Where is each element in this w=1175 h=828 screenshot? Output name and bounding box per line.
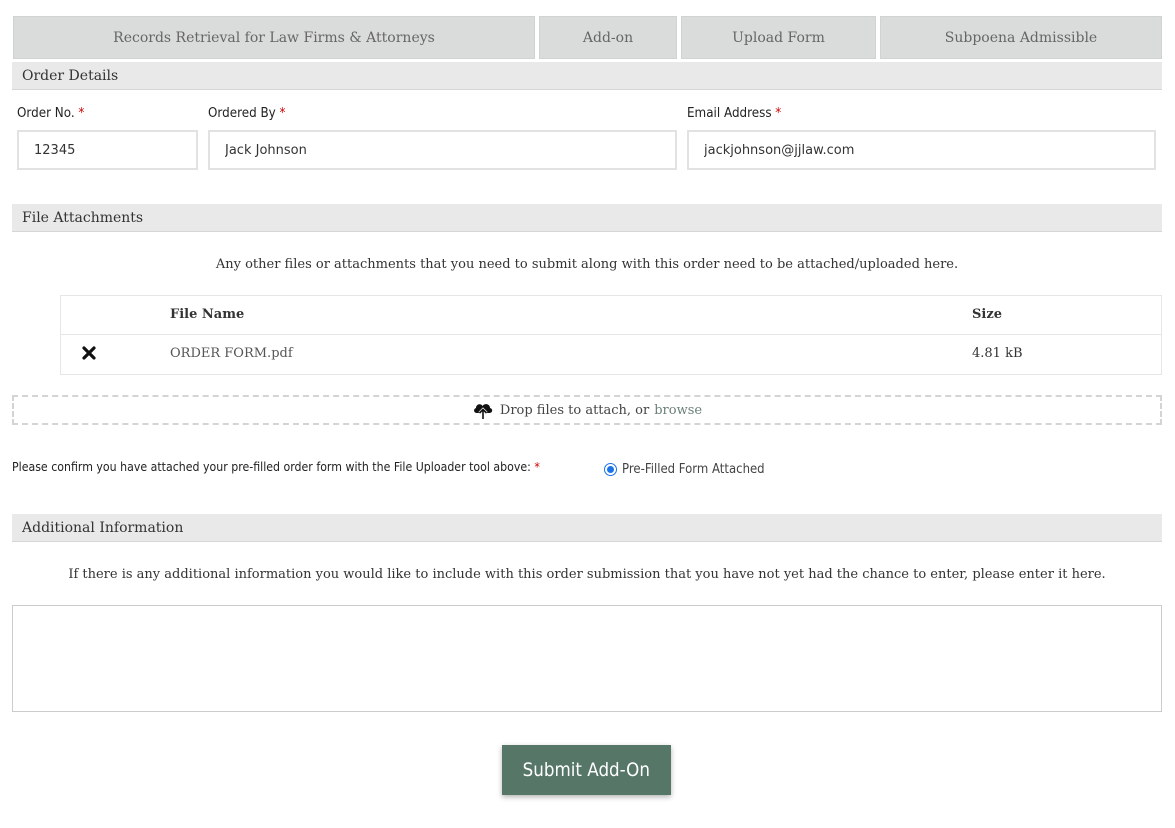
email-label: Email Address * <box>687 106 781 121</box>
ordered-by-label: Ordered By * <box>208 106 285 121</box>
tab-add-on[interactable]: Add-on <box>539 16 677 59</box>
file-dropzone[interactable]: Drop files to attach, or browse <box>12 395 1162 425</box>
tab-label: Upload Form <box>732 29 825 46</box>
section-file-attachments-heading: File Attachments <box>12 204 1162 232</box>
label-text: Email Address <box>687 106 772 121</box>
column-header-file-name: File Name <box>170 307 245 322</box>
tab-label: Records Retrieval for Law Firms & Attorn… <box>113 29 435 46</box>
email-input[interactable] <box>687 130 1156 170</box>
order-no-label: Order No. * <box>17 106 84 121</box>
required-mark: * <box>534 459 540 474</box>
required-mark: * <box>78 106 85 121</box>
section-title: File Attachments <box>22 209 144 226</box>
file-size-cell: 4.81 kB <box>972 346 1023 361</box>
section-order-details-heading: Order Details <box>12 62 1162 90</box>
label-text: Please confirm you have attached your pr… <box>12 459 531 474</box>
order-no-input[interactable] <box>17 130 198 170</box>
tab-upload-form[interactable]: Upload Form <box>681 16 876 59</box>
column-header-size: Size <box>972 307 1002 322</box>
additional-info-textarea[interactable] <box>12 605 1162 712</box>
cloud-upload-icon <box>472 400 494 420</box>
pre-filled-form-radio-option[interactable]: Pre-Filled Form Attached <box>604 462 780 477</box>
tab-label: Subpoena Admissible <box>944 29 1098 46</box>
ordered-by-input[interactable] <box>208 130 677 170</box>
dropzone-text: Drop files to attach, or <box>499 402 650 418</box>
section-additional-info-heading: Additional Information <box>12 514 1162 542</box>
attachments-table: File Name Size ORDER FORM.pdf 4.81 kB <box>60 295 1162 375</box>
confirm-attachment-label: Please confirm you have attached your pr… <box>12 459 540 474</box>
additional-info-intro: If there is any additional information y… <box>68 567 1106 582</box>
section-title: Order Details <box>22 67 119 84</box>
file-name-cell: ORDER FORM.pdf <box>170 346 293 361</box>
pre-filled-form-radio[interactable] <box>604 463 617 476</box>
browse-link[interactable]: browse <box>654 403 702 418</box>
file-attachments-intro: Any other files or attachments that you … <box>215 257 959 272</box>
radio-selected-dot <box>607 466 614 473</box>
remove-file-icon[interactable] <box>81 345 97 361</box>
button-label: Submit Add-On <box>522 759 651 781</box>
label-text: Order No. <box>17 106 75 121</box>
tab-subpoena-admissible[interactable]: Subpoena Admissible <box>880 16 1162 59</box>
radio-label: Pre-Filled Form Attached <box>622 462 765 477</box>
required-mark: * <box>775 106 782 121</box>
required-mark: * <box>279 106 286 121</box>
submit-add-on-button[interactable]: Submit Add-On <box>502 745 671 795</box>
label-text: Ordered By <box>208 106 276 121</box>
tab-records-retrieval[interactable]: Records Retrieval for Law Firms & Attorn… <box>13 16 535 59</box>
tab-label: Add-on <box>582 29 634 46</box>
section-title: Additional Information <box>22 519 184 536</box>
